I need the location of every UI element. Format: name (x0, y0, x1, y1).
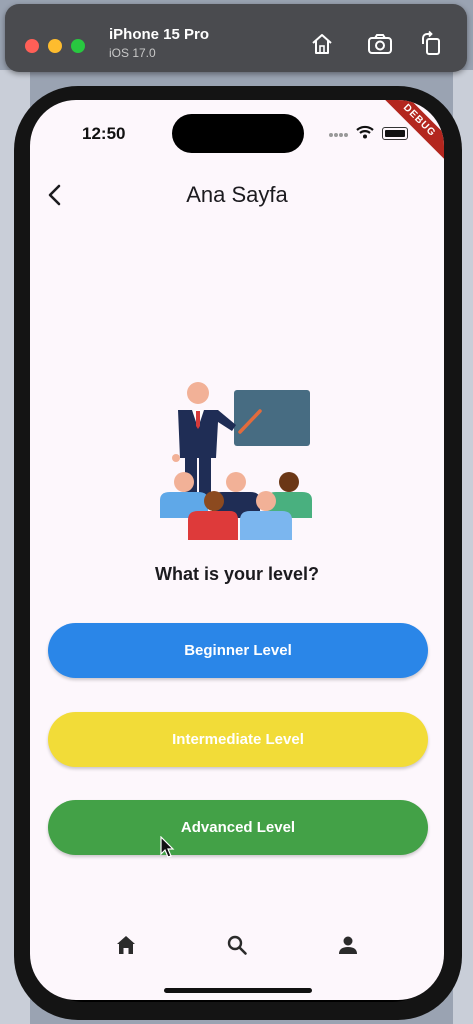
search-icon[interactable] (225, 933, 249, 957)
minimize-window-button[interactable] (48, 39, 62, 53)
home-icon[interactable] (114, 933, 138, 957)
screenshot-button[interactable] (366, 30, 394, 58)
simulator-toolbar: iPhone 15 Pro iOS 17.0 (5, 4, 467, 72)
rotate-button[interactable] (418, 30, 446, 58)
home-indicator[interactable] (164, 988, 312, 993)
device-name: iPhone 15 Pro (109, 26, 210, 43)
wifi-icon (356, 125, 374, 139)
person-icon[interactable] (336, 933, 360, 957)
page-title: Ana Sayfa (186, 182, 288, 207)
os-version: iOS 17.0 (109, 46, 156, 60)
beginner-level-button[interactable]: Beginner Level (48, 623, 428, 678)
battery-icon (382, 127, 408, 140)
home-outline-icon (312, 34, 332, 54)
advanced-level-button[interactable]: Advanced Level (48, 800, 428, 855)
cellular-signal-icon (329, 133, 348, 137)
intermediate-level-button[interactable]: Intermediate Level (48, 712, 428, 767)
camera-icon (368, 34, 392, 54)
app-screen: 12:50 DEBUG Ana Sayfa What is your level… (30, 100, 444, 1000)
status-time: 12:50 (82, 124, 126, 143)
teacher-classroom-illustration (160, 382, 312, 540)
mouse-cursor-icon (160, 836, 175, 858)
close-window-button[interactable] (25, 39, 39, 53)
dynamic-island (172, 114, 304, 153)
level-question: What is your level? (154, 564, 320, 584)
rotate-icon (422, 30, 440, 55)
home-button[interactable] (308, 30, 336, 58)
zoom-window-button[interactable] (71, 39, 85, 53)
